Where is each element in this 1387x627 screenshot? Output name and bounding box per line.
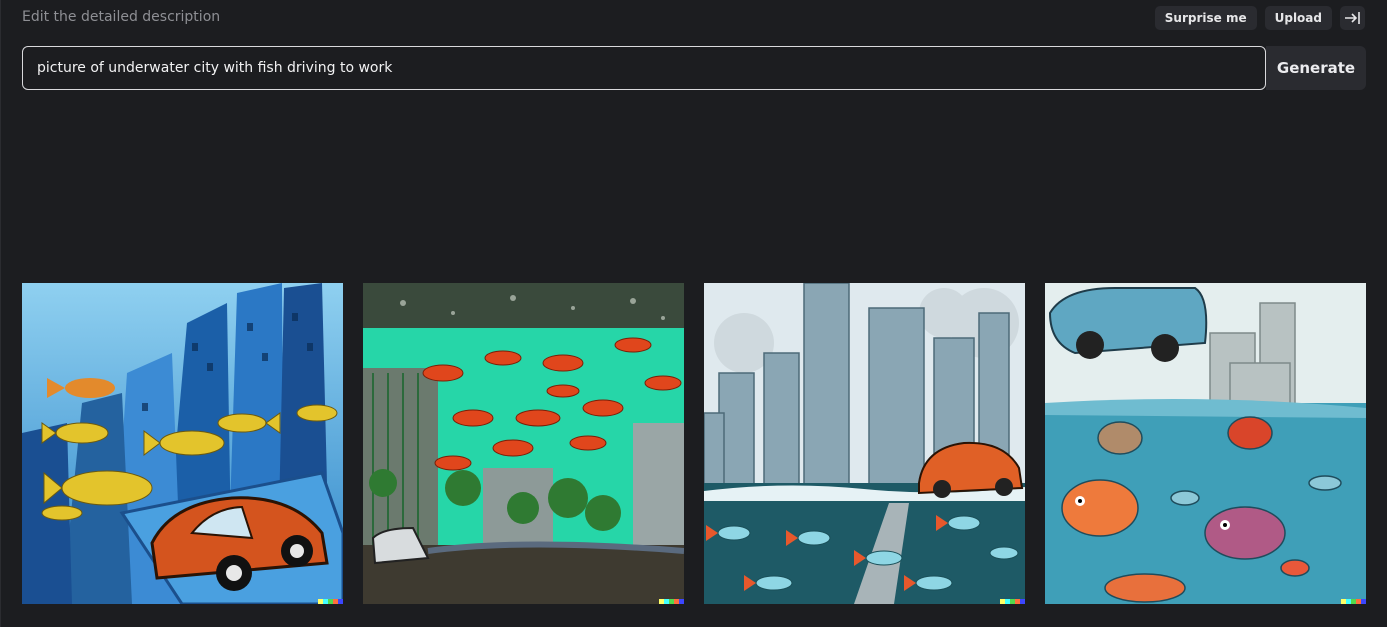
generated-image-1[interactable] [22,283,343,604]
color-signature [1000,599,1025,604]
surprise-me-button[interactable]: Surprise me [1154,6,1257,30]
generated-image-3[interactable] [704,283,1025,604]
arrow-to-right-icon [1344,12,1360,24]
generated-image-2[interactable] [363,283,684,604]
prompt-hint: Edit the detailed description [22,9,221,25]
collapse-panel-button[interactable] [1340,6,1365,30]
color-signature [659,599,684,604]
color-signature [1341,599,1366,604]
color-signature [318,599,343,604]
generate-button[interactable]: Generate [1266,46,1366,90]
image-gallery [22,283,1366,604]
prompt-input[interactable] [22,46,1266,90]
generated-image-4[interactable] [1045,283,1366,604]
top-actions: Surprise me Upload [1154,6,1365,30]
upload-button[interactable]: Upload [1264,6,1332,30]
prompt-bar: Generate [22,46,1366,90]
